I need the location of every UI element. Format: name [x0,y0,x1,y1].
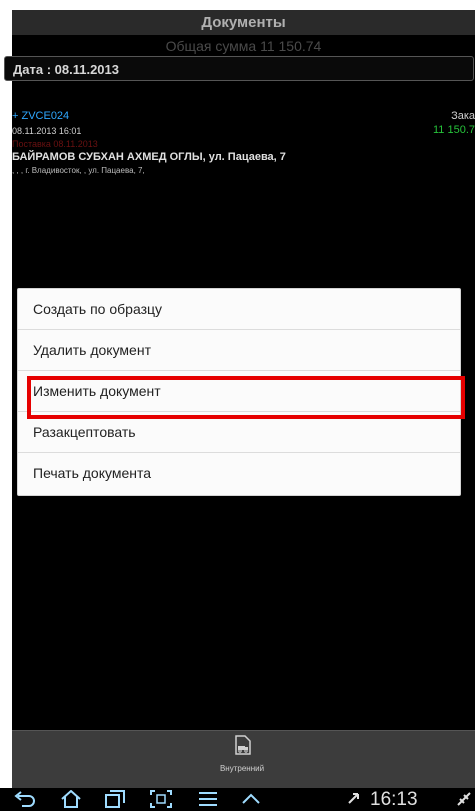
back-icon[interactable] [14,790,36,808]
document-number: + ZVCE024 [12,110,70,122]
system-nav-bar: 16:13 [0,788,475,811]
client-name: БАЙРАМОВ СУБХАН АХМЕД ОГЛЫ, ул. Пацаева,… [12,151,286,163]
client-address: , , , г. Владивосток, , ул. Пацаева, 7, [12,166,145,175]
document-truck-icon [235,735,251,755]
clock: 16:13 [370,789,418,810]
menu-item-edit-document[interactable]: Изменить документ [18,371,460,412]
internal-tab-label: Внутренний [219,764,265,773]
home-icon[interactable] [60,790,82,808]
airplane-icon [457,792,471,806]
document-amount: 11 150.7 [432,124,475,136]
page-title: Документы [12,10,475,35]
screenshot-icon[interactable] [150,790,172,808]
up-chevron-icon[interactable] [240,790,262,808]
menu-item-unaccept[interactable]: Разакцептовать [18,412,460,453]
document-status: Зака [451,110,475,122]
document-datetime: 08.11.2013 16:01 [12,126,82,136]
menu-icon[interactable] [197,790,219,808]
total-sum: Общая сумма 11 150.74 [165,38,322,54]
sync-icon [348,793,359,804]
delivery-date: Поставка 08.11.2013 [12,139,98,149]
menu-item-create-from-template[interactable]: Создать по образцу [18,289,460,330]
date-filter[interactable]: Дата : 08.11.2013 [4,56,474,81]
recent-apps-icon[interactable] [104,790,126,808]
document-list-item[interactable]: + ZVCE024 Зака 08.11.2013 16:01 11 150.7… [12,110,475,177]
internal-tab-button[interactable]: Внутренний [192,731,292,789]
bottom-toolbar: Внутренний [12,730,475,788]
menu-item-print-document[interactable]: Печать документа [18,453,460,494]
menu-item-delete-document[interactable]: Удалить документ [18,330,460,371]
context-menu: Создать по образцу Удалить документ Изме… [17,288,461,496]
